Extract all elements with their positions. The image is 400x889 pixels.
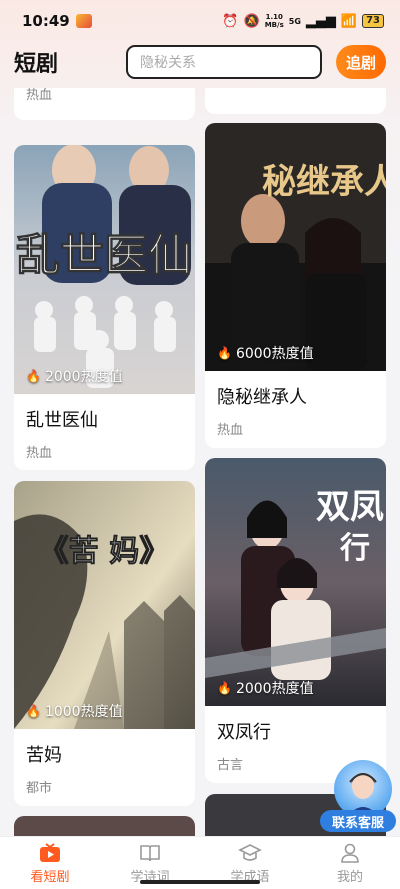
card-tag: 热血 <box>26 88 53 103</box>
flame-icon: 🔥 <box>26 704 41 718</box>
card-tag: 热血 <box>26 446 53 461</box>
card-title: 苦妈 <box>26 745 62 766</box>
book-icon <box>139 842 161 864</box>
app-notification-icon <box>75 14 92 28</box>
flame-icon: 🔥 <box>26 369 41 383</box>
svg-text:乱世医仙: 乱世医仙 <box>16 230 192 281</box>
flame-icon: 🔥 <box>217 346 232 360</box>
drama-poster: 乱世医仙 🔥 2000热度值 <box>14 145 195 394</box>
battery-icon: 73 <box>362 14 384 28</box>
signal-icon: ▂▄▆ <box>305 13 336 29</box>
heat-value: 🔥 2000热度值 <box>217 678 314 698</box>
heat-value: 🔥 1000热度值 <box>26 701 123 721</box>
card-tag: 都市 <box>26 781 53 796</box>
drama-feed[interactable]: 热血 都市 <box>0 88 400 836</box>
drama-poster: 双凤 行 🔥 2000热度值 <box>205 458 386 706</box>
drama-card[interactable]: 秘继承人 🔥 6000热度值 隐秘继承人 热血 <box>205 123 386 448</box>
drama-poster: 秘继承人 🔥 6000热度值 <box>205 123 386 371</box>
partial-card-left[interactable]: 热血 <box>14 88 195 120</box>
flame-icon: 🔥 <box>217 681 232 695</box>
drama-card[interactable]: 双凤 行 🔥 2000热度值 双凤行 古言 <box>205 458 386 783</box>
customer-service-button[interactable]: 联系客服 <box>320 760 400 834</box>
tab-label: 我的 <box>336 869 363 885</box>
svg-text:双凤: 双凤 <box>316 487 384 527</box>
network-type: 5G <box>288 16 301 26</box>
svg-text:秘继承人: 秘继承人 <box>262 162 386 202</box>
svg-text:行: 行 <box>339 531 370 566</box>
search-input[interactable]: 隐秘关系 <box>126 45 322 79</box>
service-label: 联系客服 <box>320 810 396 832</box>
heat-value: 🔥 2000热度值 <box>26 366 123 386</box>
status-time: 10:49 <box>22 12 70 30</box>
wifi-icon: 📶 <box>340 13 358 29</box>
status-bar: 10:49 ⏰ 🔕 1.10 MB/s 5G ▂▄▆ 📶 73 <box>0 0 400 42</box>
heat-label: 2000热度值 <box>44 369 123 385</box>
heat-label: 2000热度值 <box>235 681 314 697</box>
partial-card-bottom-left[interactable] <box>14 816 195 836</box>
status-icons: ⏰ 🔕 1.10 MB/s 5G ▂▄▆ 📶 73 <box>222 13 384 29</box>
tab-mine[interactable]: 我的 <box>300 837 400 889</box>
card-title: 隐秘继承人 <box>217 387 307 408</box>
graduation-cap-icon <box>238 842 262 864</box>
alarm-icon: ⏰ <box>222 13 239 29</box>
heat-value: 🔥 6000热度值 <box>217 343 314 363</box>
mute-icon: 🔕 <box>243 13 260 29</box>
search-placeholder: 隐秘关系 <box>140 55 196 71</box>
follow-button[interactable]: 追剧 <box>336 45 386 79</box>
net-speed-value: 1.10 <box>265 13 283 21</box>
partial-card-right[interactable]: 都市 <box>205 88 386 114</box>
drama-poster: 《苦 妈》 🔥 1000热度值 <box>14 481 195 729</box>
card-tag: 热血 <box>217 423 244 438</box>
drama-card[interactable]: 乱世医仙 🔥 2000热度值 乱世医仙 热血 <box>14 145 195 470</box>
tab-watch-drama[interactable]: 看短剧 <box>0 837 100 889</box>
net-speed: 1.10 MB/s <box>265 13 284 29</box>
heat-label: 6000热度值 <box>235 346 314 362</box>
card-title: 乱世医仙 <box>26 410 98 431</box>
home-indicator[interactable] <box>140 880 260 884</box>
tv-icon <box>39 842 61 864</box>
drama-card[interactable]: 《苦 妈》 🔥 1000热度值 苦妈 都市 <box>14 481 195 806</box>
page-title: 短剧 <box>14 52 59 77</box>
net-speed-unit: MB/s <box>264 21 284 29</box>
card-title: 双凤行 <box>217 722 271 743</box>
tab-label: 看短剧 <box>30 869 70 885</box>
header: 短剧 隐秘关系 追剧 <box>0 42 400 82</box>
svg-text:《苦 妈》: 《苦 妈》 <box>39 534 169 569</box>
user-icon <box>339 842 361 864</box>
heat-label: 1000热度值 <box>44 704 123 720</box>
